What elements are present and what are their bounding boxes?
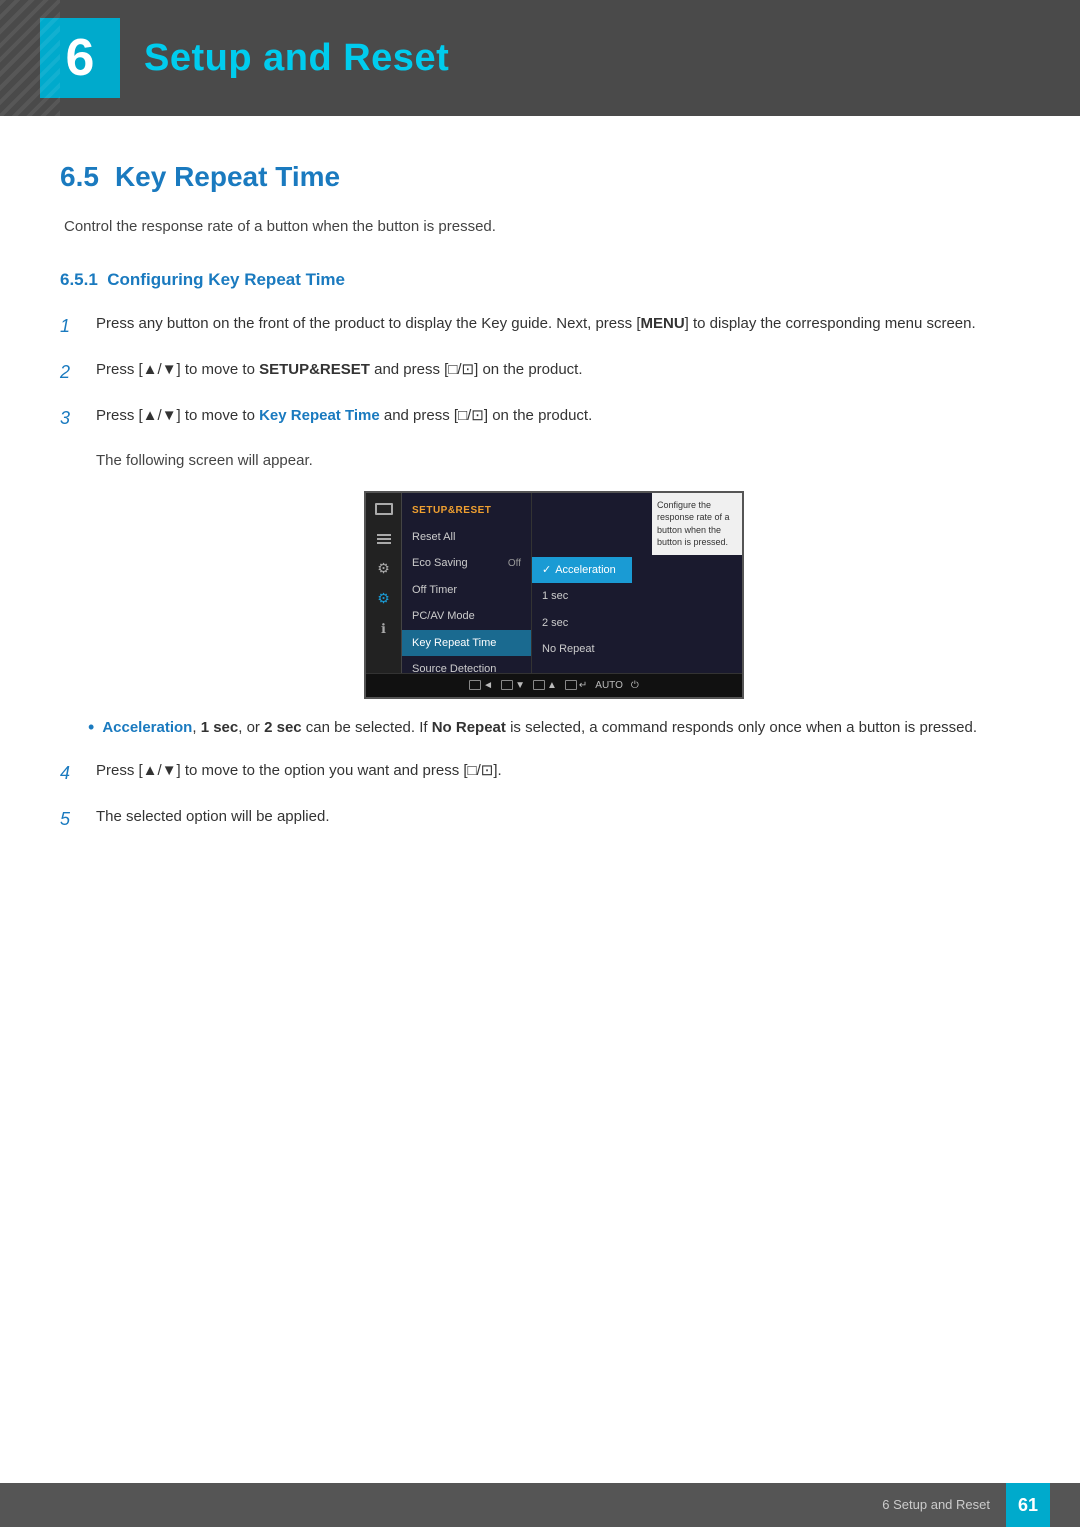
bullet-dot: • xyxy=(88,714,94,741)
icon-bar: ⚙ ⚙ ℹ xyxy=(366,493,402,673)
bullet-text: Acceleration, 1 sec, or 2 sec can be sel… xyxy=(102,717,977,740)
step-2-number: 2 xyxy=(60,359,88,386)
menu-item-eco-saving: Eco SavingOff xyxy=(402,550,531,577)
screen-mockup: ⚙ ⚙ ℹ SETUP&RESET Reset All Eco SavingOf… xyxy=(364,491,744,699)
section-title: Key Repeat Time xyxy=(115,161,340,192)
subsection-heading: 6.5.1 Configuring Key Repeat Time xyxy=(60,267,1020,293)
menu-title: SETUP&RESET xyxy=(402,499,531,524)
chapter-header: 6 Setup and Reset xyxy=(0,0,1080,116)
screen-inner: ⚙ ⚙ ℹ SETUP&RESET Reset All Eco SavingOf… xyxy=(366,493,742,673)
step-2-text: Press [▲/▼] to move to SETUP&RESET and p… xyxy=(96,358,1020,382)
screen-tooltip: Configure the response rate of a button … xyxy=(652,493,742,555)
btn-left: ◄ xyxy=(469,678,493,693)
steps-continued: 4 Press [▲/▼] to move to the option you … xyxy=(60,759,1020,833)
page-footer: 6 Setup and Reset 61 xyxy=(0,1483,1080,1527)
chapter-title: Setup and Reset xyxy=(144,30,449,87)
section-number: 6.5 xyxy=(60,161,99,192)
step-1: 1 Press any button on the front of the p… xyxy=(60,312,1020,340)
page-number: 61 xyxy=(1006,1483,1050,1527)
gear-active-icon: ⚙ xyxy=(374,591,394,607)
menu-item-off-timer: Off Timer xyxy=(402,577,531,604)
footer-text: 6 Setup and Reset xyxy=(882,1495,990,1515)
submenu-acceleration: ✓Acceleration xyxy=(532,557,632,584)
steps-list: 1 Press any button on the front of the p… xyxy=(60,312,1020,432)
btn-enter: ↵ xyxy=(565,678,587,693)
btn-down: ▼ xyxy=(501,678,525,693)
btn-auto: AUTO xyxy=(595,678,623,693)
gear-icon: ⚙ xyxy=(374,561,394,577)
screen-container: ⚙ ⚙ ℹ SETUP&RESET Reset All Eco SavingOf… xyxy=(88,491,1020,699)
info-icon: ℹ xyxy=(374,621,394,637)
step-3-text: Press [▲/▼] to move to Key Repeat Time a… xyxy=(96,404,1020,428)
step-4-number: 4 xyxy=(60,760,88,787)
section-description: Control the response rate of a button wh… xyxy=(60,216,1020,239)
submenu-no-repeat: No Repeat xyxy=(532,636,632,663)
subsection-title: Configuring Key Repeat Time xyxy=(107,270,345,289)
step-5: 5 The selected option will be applied. xyxy=(60,805,1020,833)
step-1-number: 1 xyxy=(60,313,88,340)
step-2: 2 Press [▲/▼] to move to SETUP&RESET and… xyxy=(60,358,1020,386)
tv-icon xyxy=(374,501,394,517)
step-3: 3 Press [▲/▼] to move to Key Repeat Time… xyxy=(60,404,1020,432)
bullet-list: • Acceleration, 1 sec, or 2 sec can be s… xyxy=(60,717,1020,741)
submenu-2sec: 2 sec xyxy=(532,610,632,637)
menu-item-key-repeat: Key Repeat Time xyxy=(402,630,531,657)
step-5-text: The selected option will be applied. xyxy=(96,805,1020,829)
step-4-text: Press [▲/▼] to move to the option you wa… xyxy=(96,759,1020,783)
subsection-number: 6.5.1 xyxy=(60,270,98,289)
chapter-number: 6 xyxy=(40,18,120,98)
step-1-text: Press any button on the front of the pro… xyxy=(96,312,1020,336)
menu-item-pcav-mode: PC/AV Mode xyxy=(402,603,531,630)
submenu-panel: ✓Acceleration 1 sec 2 sec No Repeat xyxy=(532,553,632,673)
menu-item-reset-all: Reset All xyxy=(402,524,531,551)
step-5-number: 5 xyxy=(60,806,88,833)
menu-panel: SETUP&RESET Reset All Eco SavingOff Off … xyxy=(402,493,532,673)
main-content: 6.5 Key Repeat Time Control the response … xyxy=(0,156,1080,833)
submenu-1sec: 1 sec xyxy=(532,583,632,610)
lines-icon xyxy=(374,531,394,547)
step-3-subtext: The following screen will appear. xyxy=(96,450,1020,473)
step-3-number: 3 xyxy=(60,405,88,432)
btn-up: ▲ xyxy=(533,678,557,693)
bullet-item-1: • Acceleration, 1 sec, or 2 sec can be s… xyxy=(60,717,1020,741)
btn-power: ⏻ xyxy=(631,678,639,693)
section-heading: 6.5 Key Repeat Time xyxy=(60,156,1020,198)
step-4: 4 Press [▲/▼] to move to the option you … xyxy=(60,759,1020,787)
